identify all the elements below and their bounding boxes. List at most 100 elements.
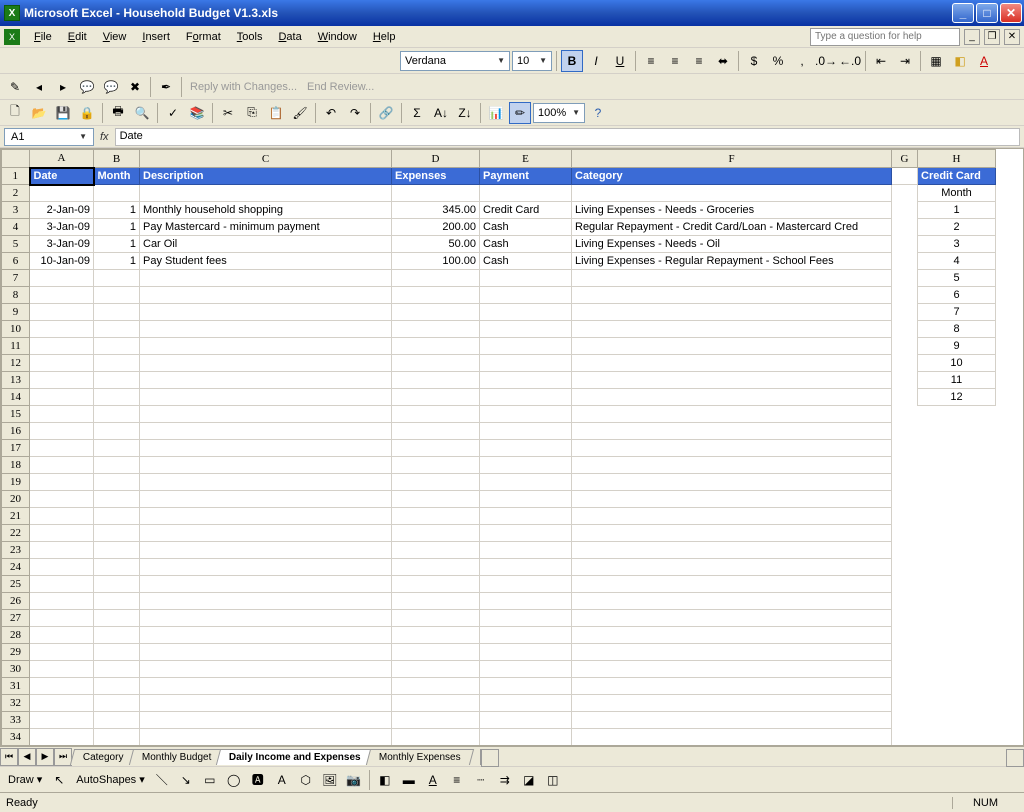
textbox-button[interactable]: 🅰: [247, 769, 269, 791]
menu-edit[interactable]: Edit: [60, 29, 95, 45]
row-header-6[interactable]: 6: [2, 253, 30, 270]
cell[interactable]: [140, 389, 392, 406]
cell[interactable]: [30, 491, 94, 508]
cell[interactable]: [480, 304, 572, 321]
cell[interactable]: Credit Card: [918, 168, 996, 185]
row-header-12[interactable]: 12: [2, 355, 30, 372]
cell[interactable]: [572, 474, 892, 491]
cell[interactable]: [392, 423, 480, 440]
cell[interactable]: [892, 219, 918, 236]
cell[interactable]: Month: [918, 185, 996, 202]
cell[interactable]: [392, 440, 480, 457]
menu-window[interactable]: Window: [310, 29, 365, 45]
menu-help[interactable]: Help: [365, 29, 404, 45]
align-left-button[interactable]: ≡: [640, 50, 662, 72]
col-header-F[interactable]: F: [572, 150, 892, 168]
col-header-H[interactable]: H: [918, 150, 996, 168]
cell[interactable]: 7: [918, 304, 996, 321]
menu-tools[interactable]: Tools: [229, 29, 271, 45]
cell[interactable]: [480, 321, 572, 338]
cell[interactable]: [572, 270, 892, 287]
cell[interactable]: [30, 627, 94, 644]
permission-button[interactable]: 🔒: [76, 102, 98, 124]
cell[interactable]: [140, 661, 392, 678]
cell[interactable]: [892, 389, 918, 406]
cell[interactable]: [480, 525, 572, 542]
cell[interactable]: [392, 338, 480, 355]
cell[interactable]: [30, 695, 94, 712]
cell[interactable]: Pay Mastercard - minimum payment: [140, 219, 392, 236]
cell[interactable]: [918, 474, 996, 491]
menu-view[interactable]: View: [95, 29, 135, 45]
spreadsheet-grid[interactable]: A B C D E F G H 1DateMonthDescriptionExp…: [0, 148, 1024, 746]
cell[interactable]: [892, 678, 918, 695]
cell[interactable]: [892, 287, 918, 304]
help-button[interactable]: ?: [587, 102, 609, 124]
cell[interactable]: [892, 202, 918, 219]
cell[interactable]: [892, 372, 918, 389]
cell[interactable]: [140, 440, 392, 457]
cell[interactable]: [892, 712, 918, 729]
cell[interactable]: [392, 525, 480, 542]
chart-wizard-button[interactable]: 📊: [485, 102, 507, 124]
cell[interactable]: [392, 559, 480, 576]
cell[interactable]: Living Expenses - Regular Repayment - Sc…: [572, 253, 892, 270]
cell[interactable]: [94, 627, 140, 644]
cell[interactable]: [480, 508, 572, 525]
cell[interactable]: [480, 287, 572, 304]
cell[interactable]: [140, 287, 392, 304]
row-header-17[interactable]: 17: [2, 440, 30, 457]
dash-style-button[interactable]: ┈: [470, 769, 492, 791]
cell[interactable]: [94, 185, 140, 202]
cell[interactable]: [572, 525, 892, 542]
cell[interactable]: [480, 559, 572, 576]
cell[interactable]: [572, 593, 892, 610]
cell[interactable]: [30, 389, 94, 406]
open-button[interactable]: 📂: [28, 102, 50, 124]
cell[interactable]: [392, 185, 480, 202]
cell[interactable]: [918, 678, 996, 695]
tab-nav-first[interactable]: ⏮: [0, 748, 18, 766]
cell[interactable]: [140, 610, 392, 627]
col-header-G[interactable]: G: [892, 150, 918, 168]
cell[interactable]: [572, 457, 892, 474]
cell[interactable]: [892, 610, 918, 627]
cell[interactable]: [392, 457, 480, 474]
cell[interactable]: [392, 491, 480, 508]
cell[interactable]: [30, 185, 94, 202]
row-header-3[interactable]: 3: [2, 202, 30, 219]
cell[interactable]: [140, 355, 392, 372]
font-size-select[interactable]: 10▼: [512, 51, 552, 71]
cell[interactable]: [892, 406, 918, 423]
cell[interactable]: [392, 372, 480, 389]
cell[interactable]: [892, 457, 918, 474]
menu-data[interactable]: Data: [270, 29, 309, 45]
help-search-input[interactable]: [810, 28, 960, 46]
spelling-button[interactable]: ✓: [162, 102, 184, 124]
row-header-14[interactable]: 14: [2, 389, 30, 406]
cell[interactable]: [94, 457, 140, 474]
cell[interactable]: [480, 542, 572, 559]
cell[interactable]: [140, 542, 392, 559]
doc-minimize-button[interactable]: _: [964, 29, 980, 45]
cell[interactable]: [140, 474, 392, 491]
row-header-15[interactable]: 15: [2, 406, 30, 423]
row-header-5[interactable]: 5: [2, 236, 30, 253]
row-header-16[interactable]: 16: [2, 423, 30, 440]
cell[interactable]: 1: [94, 253, 140, 270]
cell[interactable]: [918, 406, 996, 423]
cell[interactable]: 200.00: [392, 219, 480, 236]
cell[interactable]: [140, 525, 392, 542]
cell[interactable]: [892, 695, 918, 712]
diagram-button[interactable]: ⬡: [295, 769, 317, 791]
row-header-8[interactable]: 8: [2, 287, 30, 304]
col-header-D[interactable]: D: [392, 150, 480, 168]
cell[interactable]: [392, 474, 480, 491]
cell[interactable]: [572, 661, 892, 678]
fill-color-button[interactable]: ◧: [949, 50, 971, 72]
underline-button[interactable]: U: [609, 50, 631, 72]
cell[interactable]: [140, 746, 392, 747]
cell[interactable]: [30, 593, 94, 610]
cell[interactable]: [392, 270, 480, 287]
draw-menu[interactable]: Draw ▾: [4, 773, 46, 786]
